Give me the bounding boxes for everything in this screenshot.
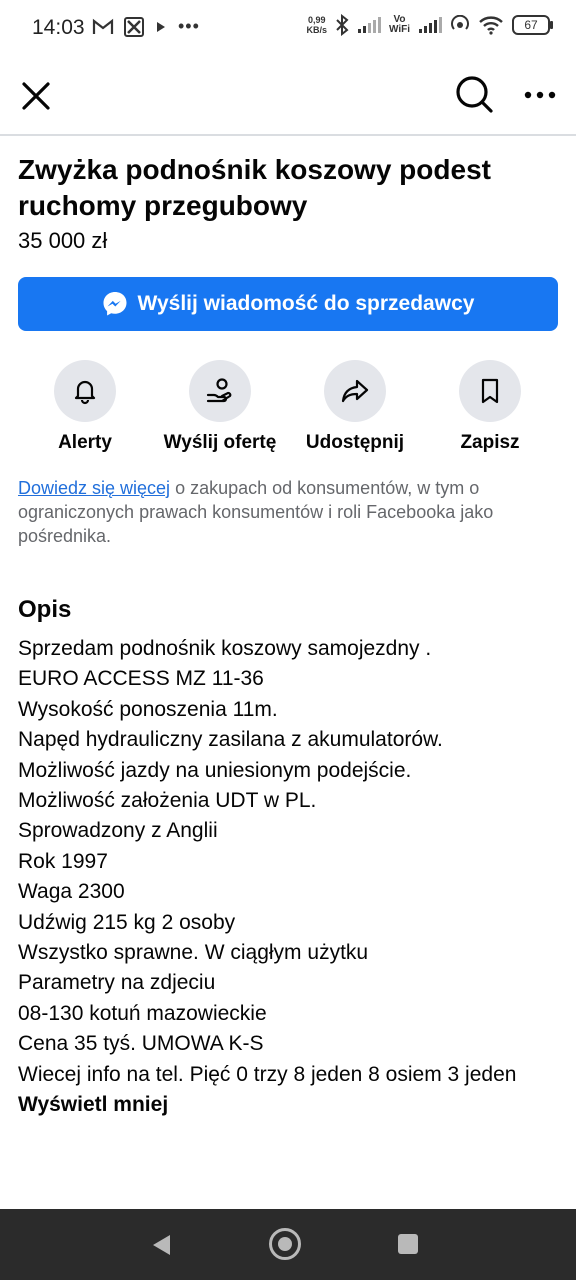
description-line: Wszystko sprawne. W ciągłym użytku [18, 941, 369, 965]
wifi-icon [479, 16, 503, 35]
network-speed: 0,99 KB/s [306, 15, 327, 35]
share-button[interactable]: Udostępnij [290, 360, 420, 454]
alerts-button[interactable]: Alerty [20, 360, 150, 454]
consumer-info: Dowiedz się więcej o zakupach od konsume… [18, 476, 558, 548]
vowifi-bottom: WiFi [388, 24, 410, 35]
share-icon [341, 379, 369, 403]
vowifi-indicator: Vo WiFi [389, 15, 410, 35]
more-notifications-icon: ••• [178, 16, 200, 36]
description-line: Cena 35 tyś. UMOWA K-S [18, 1032, 264, 1056]
description-line: 08-130 kotuń mazowieckie [18, 1001, 267, 1025]
message-seller-button[interactable]: Wyślij wiadomość do sprzedawcy [18, 277, 558, 331]
speed-value: 0,99 [307, 15, 326, 25]
alerts-circle[interactable] [54, 360, 116, 422]
offer-hand-icon [206, 378, 232, 403]
description-text: Sprzedam podnośnik koszowy samojezdny . … [18, 634, 558, 1121]
share-circle[interactable] [324, 360, 386, 422]
bluetooth-icon [336, 14, 349, 36]
description-line: Sprowadzony z Anglii [18, 819, 218, 843]
description-line: Udźwig 215 kg 2 osoby [18, 910, 236, 934]
description-line: Wysokość ponoszenia 11m. [18, 697, 278, 721]
signal-icon [357, 17, 381, 33]
save-button[interactable]: Zapisz [425, 360, 555, 454]
battery-icon: 67 [512, 15, 553, 35]
bookmark-icon [481, 378, 499, 404]
save-circle[interactable] [459, 360, 521, 422]
app-notification-icon [124, 16, 144, 37]
action-buttons: Alerty Wyślij ofertę Udostępnij Zapisz [18, 360, 558, 460]
save-label: Zapisz [460, 432, 520, 453]
back-icon[interactable] [150, 1233, 172, 1257]
description-line: Rok 1997 [18, 849, 108, 873]
system-navigation-bar [0, 1209, 576, 1280]
more-options-icon[interactable] [522, 80, 558, 110]
description-line: Parametry na zdjeciu [18, 971, 216, 995]
bell-icon [74, 380, 96, 405]
status-bar: 14:03 ••• 0,99 KB/s Vo WiFi 67 [0, 0, 576, 56]
listing-price: 35 000 zł [18, 228, 108, 253]
send-offer-label: Wyślij ofertę [163, 432, 277, 453]
recent-apps-icon[interactable] [398, 1234, 418, 1254]
play-icon [157, 21, 165, 32]
description-line: Wiecej info na tel. Pięć 0 trzy 8 jeden … [18, 1062, 517, 1086]
description-heading: Opis [18, 596, 72, 623]
description-line: Waga 2300 [18, 880, 125, 904]
message-seller-label: Wyślij wiadomość do sprzedawcy [137, 292, 475, 315]
share-label: Udostępnij [305, 432, 405, 453]
search-icon[interactable] [454, 74, 494, 114]
speed-unit: KB/s [306, 25, 327, 35]
show-less-link[interactable]: Wyświetl mniej [18, 1090, 558, 1120]
signal-icon-2 [419, 17, 442, 33]
mail-icon [92, 18, 114, 34]
description-line: EURO ACCESS MZ 11-36 [18, 667, 264, 691]
send-offer-button[interactable]: Wyślij ofertę [155, 360, 285, 454]
description-line: Możliwość jazdy na uniesionym podejście. [18, 758, 412, 782]
hotspot-icon [451, 15, 469, 30]
close-icon[interactable] [18, 78, 54, 114]
description-line: Sprzedam podnośnik koszowy samojezdny . [18, 637, 432, 660]
status-time: 14:03 [32, 16, 85, 39]
top-navigation [0, 56, 576, 136]
listing-title: Zwyżka podnośnik koszowy podest ruchomy … [18, 154, 491, 221]
notification-icons: ••• [92, 16, 200, 37]
home-icon[interactable] [269, 1228, 301, 1260]
description-line: Napęd hydrauliczny zasilana z akumulator… [18, 728, 443, 752]
alerts-label: Alerty [58, 432, 112, 453]
send-offer-circle[interactable] [189, 360, 251, 422]
learn-more-link[interactable]: Dowiedz się więcej [18, 478, 170, 498]
messenger-icon [103, 292, 127, 316]
description-line: Możliwość założenia UDT w PL. [18, 789, 317, 813]
